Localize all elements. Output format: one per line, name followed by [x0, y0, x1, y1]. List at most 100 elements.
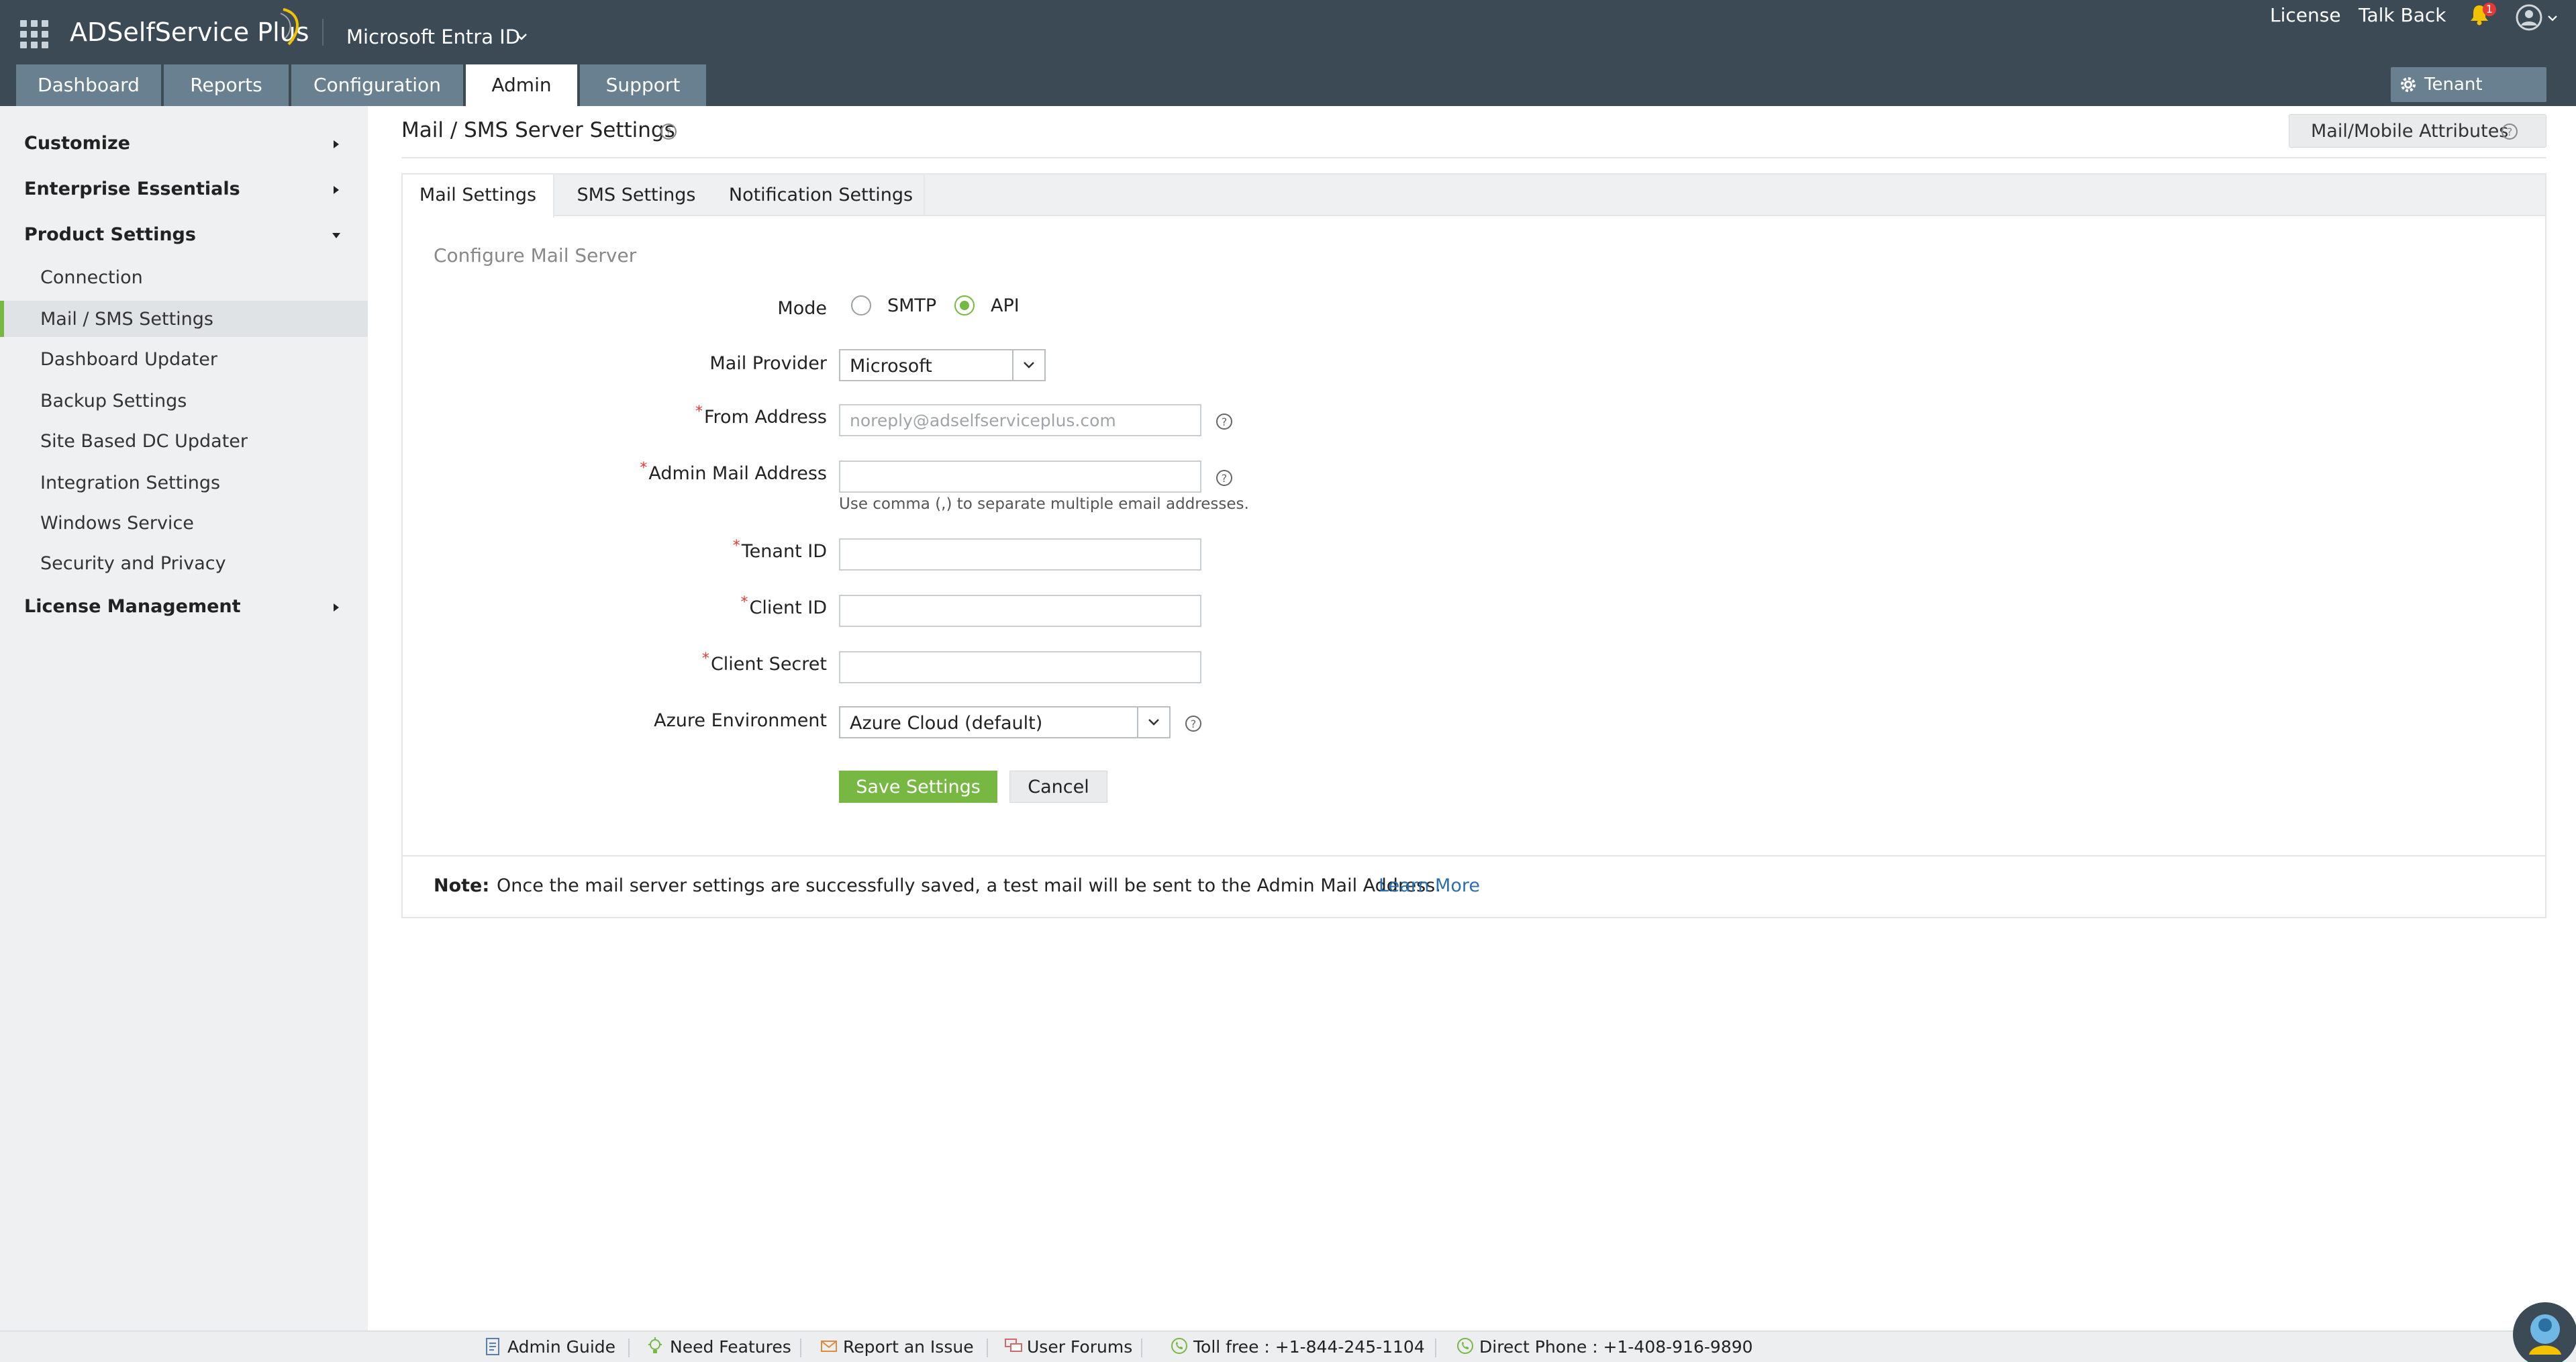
- sidebar-item-backup-settings[interactable]: Backup Settings: [0, 383, 368, 419]
- sidebar-group-label: Customize: [24, 133, 130, 154]
- sidebar-item-label: Site Based DC Updater: [40, 431, 248, 452]
- attributes-button-label: Mail/Mobile Attributes: [2311, 121, 2509, 142]
- app-grid-icon[interactable]: [20, 20, 48, 48]
- client-id-label: *Client ID: [585, 594, 827, 618]
- tenant-id-input[interactable]: [839, 538, 1201, 571]
- settings-panel: Mail Settings SMS Settings Notification …: [401, 173, 2546, 918]
- header-divider: [322, 19, 324, 46]
- help-icon[interactable]: ?: [1215, 469, 1234, 487]
- page-title: Mail / SMS Server Settings: [401, 118, 675, 142]
- dropdown-toggle[interactable]: [1012, 350, 1044, 380]
- azure-environment-value: Azure Cloud (default): [850, 713, 1043, 734]
- svg-text:?: ?: [1222, 472, 1228, 485]
- mode-smtp-label[interactable]: SMTP: [887, 295, 936, 316]
- document-icon: [486, 1338, 499, 1355]
- mode-smtp-radio[interactable]: [851, 295, 871, 315]
- svg-text:?: ?: [1191, 718, 1197, 730]
- tenant-id-label: *Tenant ID: [585, 538, 827, 562]
- chevron-down-icon[interactable]: [514, 30, 529, 44]
- admin-mail-text: Admin Mail Address: [648, 463, 827, 484]
- sidebar-item-windows-service[interactable]: Windows Service: [0, 505, 368, 541]
- chevron-down-icon: [1148, 719, 1159, 726]
- azure-environment-label: Azure Environment: [654, 710, 827, 731]
- mode-api-radio[interactable]: [954, 295, 975, 315]
- chevron-down-icon: [1024, 362, 1034, 369]
- forum-icon: [1005, 1339, 1022, 1352]
- report-issue-link[interactable]: Report an Issue: [821, 1337, 974, 1357]
- sidebar-group-label: Enterprise Essentials: [24, 179, 240, 199]
- tab-sms-settings[interactable]: SMS Settings: [556, 175, 717, 216]
- chevron-down-icon[interactable]: [2546, 12, 2559, 24]
- note-divider: [403, 855, 2545, 857]
- sidebar-item-mail-sms-settings[interactable]: Mail / SMS Settings: [0, 301, 368, 337]
- sidebar-group-product-settings[interactable]: Product Settings: [0, 216, 368, 254]
- sidebar-item-integration-settings[interactable]: Integration Settings: [0, 465, 368, 501]
- sidebar-group-label: License Management: [24, 596, 241, 617]
- sidebar-item-security-and-privacy[interactable]: Security and Privacy: [0, 545, 368, 581]
- mail-mobile-attributes-button[interactable]: Mail/Mobile Attributes ?: [2289, 114, 2546, 148]
- tab-admin[interactable]: Admin: [466, 64, 577, 106]
- save-settings-button[interactable]: Save Settings: [839, 771, 997, 803]
- toll-free-label: Toll free : +1-844-245-1104: [1193, 1337, 1425, 1357]
- top-header: ADSelfService Plus Microsoft Entra ID Li…: [0, 0, 2576, 62]
- client-id-text: Client ID: [749, 597, 827, 618]
- tab-configuration[interactable]: Configuration: [291, 64, 463, 106]
- cancel-button[interactable]: Cancel: [1009, 771, 1107, 803]
- help-icon: ?: [2501, 124, 2518, 140]
- tab-dashboard[interactable]: Dashboard: [16, 64, 161, 106]
- sidebar-item-site-based-dc-updater[interactable]: Site Based DC Updater: [0, 423, 368, 459]
- section-title: Configure Mail Server: [434, 244, 637, 266]
- talk-back-link[interactable]: Talk Back: [2359, 4, 2446, 26]
- mode-api-label[interactable]: API: [991, 295, 1020, 316]
- tenant-settings-button[interactable]: Tenant Settings: [2391, 67, 2546, 130]
- required-marker: *: [732, 538, 740, 554]
- learn-more-link[interactable]: Learn More: [1379, 875, 1480, 896]
- client-id-input[interactable]: [839, 595, 1201, 627]
- note-label: Note:: [434, 875, 490, 896]
- admin-guide-label: Admin Guide: [507, 1337, 616, 1357]
- tab-mail-settings[interactable]: Mail Settings: [403, 175, 554, 217]
- svg-text:?: ?: [2507, 126, 2513, 138]
- admin-guide-link[interactable]: Admin Guide: [486, 1337, 616, 1357]
- sidebar-group-license-management[interactable]: License Management: [0, 588, 368, 626]
- mode-label: Mode: [777, 298, 827, 319]
- mail-provider-select[interactable]: Microsoft: [839, 349, 1046, 381]
- license-link[interactable]: License: [2270, 4, 2341, 26]
- from-address-input[interactable]: [839, 404, 1201, 436]
- required-marker: *: [740, 594, 748, 611]
- client-secret-input[interactable]: [839, 651, 1201, 683]
- need-features-link[interactable]: Need Features: [648, 1337, 791, 1357]
- need-features-label: Need Features: [670, 1337, 791, 1357]
- chatbot-icon[interactable]: [2509, 1294, 2576, 1362]
- admin-mail-label: *Admin Mail Address: [585, 460, 827, 484]
- sidebar-item-label: Backup Settings: [40, 391, 187, 411]
- sidebar-group-enterprise-essentials[interactable]: Enterprise Essentials: [0, 171, 368, 208]
- tenant-id-text: Tenant ID: [741, 541, 827, 562]
- help-icon[interactable]: ?: [1184, 714, 1203, 733]
- sidebar-group-customize[interactable]: Customize: [0, 125, 368, 162]
- footer-divider: [628, 1339, 630, 1357]
- user-forums-link[interactable]: User Forums: [1005, 1337, 1133, 1357]
- caret-down-icon: [332, 233, 340, 238]
- caret-right-icon: [334, 186, 339, 194]
- phone-icon: [1457, 1338, 1473, 1354]
- logo-swoosh-icon: [280, 8, 299, 46]
- user-forums-label: User Forums: [1027, 1337, 1133, 1357]
- user-avatar-icon[interactable]: [2516, 4, 2542, 31]
- tab-notification-settings[interactable]: Notification Settings: [718, 175, 925, 216]
- help-icon[interactable]: ?: [659, 122, 678, 141]
- help-icon[interactable]: ?: [1215, 412, 1234, 431]
- azure-environment-select[interactable]: Azure Cloud (default): [839, 706, 1171, 738]
- sidebar-item-dashboard-updater[interactable]: Dashboard Updater: [0, 341, 368, 377]
- tab-reports[interactable]: Reports: [164, 64, 289, 106]
- mail-provider-label: Mail Provider: [709, 353, 827, 374]
- admin-mail-input[interactable]: [839, 460, 1201, 493]
- envelope-icon: [821, 1341, 837, 1352]
- client-secret-text: Client Secret: [710, 654, 827, 675]
- dropdown-toggle[interactable]: [1137, 708, 1169, 737]
- tab-support[interactable]: Support: [580, 64, 706, 106]
- sidebar-item-connection[interactable]: Connection: [0, 259, 368, 295]
- caret-right-icon: [334, 140, 339, 148]
- tenant-selector[interactable]: Microsoft Entra ID: [346, 26, 520, 48]
- gear-icon: [2401, 77, 2416, 92]
